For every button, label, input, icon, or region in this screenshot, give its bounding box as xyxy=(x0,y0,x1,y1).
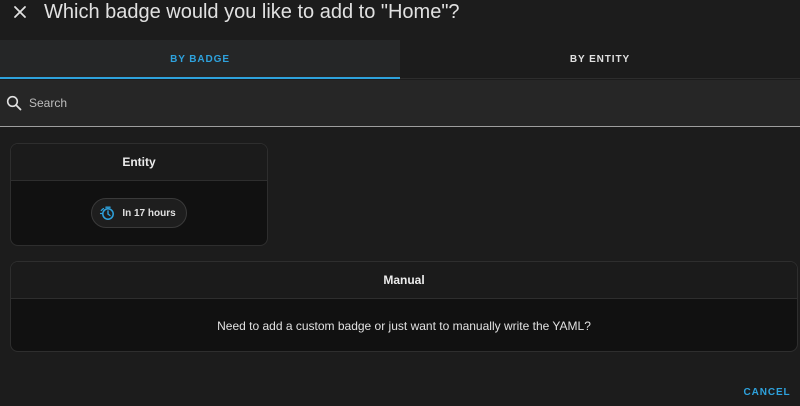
search-icon xyxy=(6,95,22,111)
search-input[interactable] xyxy=(29,92,769,114)
cancel-button[interactable]: CANCEL xyxy=(738,380,796,404)
entity-badge-card[interactable]: Entity In 17 hours xyxy=(10,143,268,246)
manual-card-description: Need to add a custom badge or just want … xyxy=(217,319,591,333)
manual-card-title: Manual xyxy=(11,262,797,299)
tab-bar: BY BADGE BY ENTITY xyxy=(0,40,800,79)
manual-badge-card[interactable]: Manual Need to add a custom badge or jus… xyxy=(10,261,798,352)
close-icon xyxy=(14,6,26,18)
timer-bell-icon xyxy=(98,204,116,222)
entity-card-preview: In 17 hours xyxy=(11,181,267,245)
close-button[interactable] xyxy=(8,0,32,24)
dialog-header: Which badge would you like to add to "Ho… xyxy=(0,0,800,40)
tab-by-badge[interactable]: BY BADGE xyxy=(0,40,400,79)
tab-by-entity[interactable]: BY ENTITY xyxy=(400,40,800,78)
badge-state-text: In 17 hours xyxy=(122,207,176,219)
entity-badge-preview: In 17 hours xyxy=(91,198,187,228)
search-bar xyxy=(0,80,800,127)
entity-card-title: Entity xyxy=(11,144,267,181)
badge-picker-dialog: Which badge would you like to add to "Ho… xyxy=(0,0,800,406)
dialog-title: Which badge would you like to add to "Ho… xyxy=(44,1,460,23)
